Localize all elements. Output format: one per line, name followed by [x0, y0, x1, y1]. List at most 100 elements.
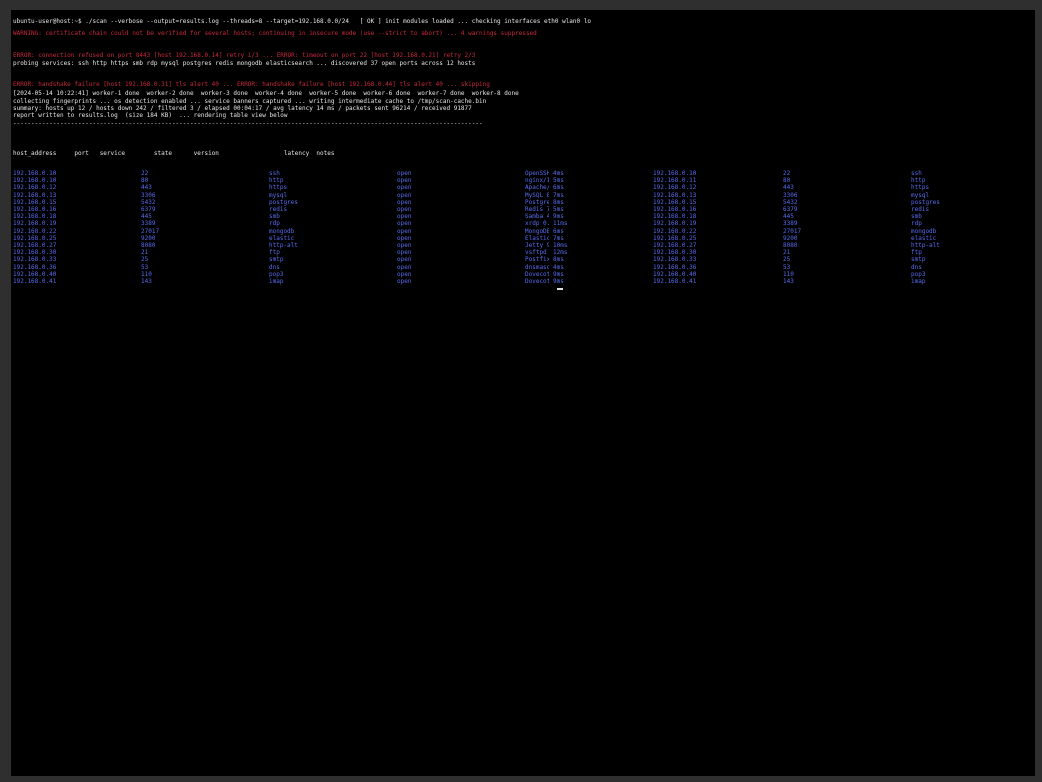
table-cell: open	[397, 184, 412, 191]
table-cell: 7ms	[553, 192, 564, 199]
table-cell: ftp	[269, 249, 280, 256]
table-cell: 192.168.0.36	[13, 264, 57, 271]
table-cell: http-alt	[911, 242, 940, 249]
cursor-icon	[557, 288, 563, 290]
terminal-line: summary: hosts up 12 / hosts down 242 / …	[13, 105, 472, 112]
table-row[interactable]: 192.168.0.12 443 https open Apache/2.4.52 6ms…	[11, 184, 1035, 191]
table-cell: 6ms	[553, 184, 564, 191]
table-row[interactable]: 192.168.0.41 143 imap open Dovecot 2.3 9ms 192…	[11, 278, 1035, 285]
table-cell: 143	[141, 278, 152, 285]
table-row[interactable]: 192.168.0.15 5432 postgres open PostgreSQL 1…	[11, 199, 1035, 206]
table-row[interactable]: 192.168.0.10 22 ssh open OpenSSH_8.9p1 4ms 192…	[11, 170, 1035, 177]
table-cell: 192.168.0.36	[653, 264, 697, 271]
table-cell: nginx/1.18.0	[525, 177, 549, 184]
table-cell: 10ms	[553, 242, 568, 249]
table-cell: ssh	[911, 170, 922, 177]
table-cell: 192.168.0.27	[13, 242, 57, 249]
table-cell: imap	[269, 278, 284, 285]
table-cell: dnsmasq 2.86	[525, 264, 549, 271]
table-cell: open	[397, 228, 412, 235]
table-cell: 5ms	[553, 177, 564, 184]
table-cell: Postfix 3.6.4	[525, 256, 549, 263]
table-row[interactable]: 192.168.0.33 25 smtp open Postfix 3.6.4 8ms 19…	[11, 256, 1035, 263]
table-cell: https	[911, 184, 930, 191]
table-cell: MySQL 8.0.33	[525, 192, 549, 199]
table-cell: open	[397, 206, 412, 213]
table-cell: 6379	[141, 206, 156, 213]
table-row[interactable]: 192.168.0.18 445 smb open Samba 4.15 9ms 192.1…	[11, 213, 1035, 220]
table-cell: 192.168.0.15	[653, 199, 697, 206]
table-cell: 8ms	[553, 199, 564, 206]
table-row[interactable]: 192.168.0.10 80 http open nginx/1.18.0 5ms 192…	[11, 177, 1035, 184]
table-cell: 192.168.0.19	[13, 220, 57, 227]
table-cell: Elastic 8.7.0	[525, 235, 549, 242]
table-cell: smb	[911, 213, 922, 220]
table-cell: 7ms	[553, 235, 564, 242]
terminal-line: WARNING: certificate chain could not be …	[13, 30, 537, 37]
table-cell: 192.168.0.10	[13, 170, 57, 177]
table-header: host_address port service state version …	[13, 150, 335, 157]
table-cell: 192.168.0.25	[13, 235, 57, 242]
table-cell: smtp	[269, 256, 284, 263]
table-cell: open	[397, 177, 412, 184]
table-cell: 192.168.0.12	[13, 184, 57, 191]
table-row[interactable]: 192.168.0.19 3389 rdp open xrdp 0.9.17 11ms 19…	[11, 220, 1035, 227]
terminal-line: collecting fingerprints ... os detection…	[13, 98, 487, 105]
table-cell: elastic	[911, 235, 937, 242]
table-cell: open	[397, 192, 412, 199]
table-cell: rdp	[269, 220, 280, 227]
table-cell: 445	[783, 213, 794, 220]
table-cell: pop3	[269, 271, 284, 278]
terminal-line: report written to results.log (size 184 …	[13, 112, 288, 119]
table-cell: 22	[783, 170, 791, 177]
table-cell: open	[397, 278, 412, 285]
table-cell: 443	[141, 184, 152, 191]
table-row[interactable]: 192.168.0.30 21 ftp open vsftpd 3.0.5 12ms 192…	[11, 249, 1035, 256]
table-cell: 192.168.0.27	[653, 242, 697, 249]
table-cell: 192.168.0.41	[13, 278, 57, 285]
table-cell: rdp	[911, 220, 922, 227]
table-cell: smb	[269, 213, 280, 220]
table-cell: 9ms	[553, 278, 564, 285]
terminal-output[interactable]: ubuntu-user@host:~$ ./scan --verbose --o…	[11, 10, 1035, 776]
table-cell: open	[397, 199, 412, 206]
table-cell: 27017	[141, 228, 160, 235]
table-cell: 192.168.0.19	[653, 220, 697, 227]
table-row[interactable]: 192.168.0.25 9200 elastic open Elastic 8.7.0…	[11, 235, 1035, 242]
table-row[interactable]: 192.168.0.27 8080 http-alt open Jetty 9.4.50…	[11, 242, 1035, 249]
table-row[interactable]: 192.168.0.36 53 dns open dnsmasq 2.86 4ms 192.…	[11, 264, 1035, 271]
table-cell: 3389	[141, 220, 156, 227]
table-cell: open	[397, 235, 412, 242]
table-cell: 53	[141, 264, 149, 271]
table-cell: 11ms	[553, 220, 568, 227]
table-row[interactable]: 192.168.0.13 3306 mysql open MySQL 8.0.33 7ms…	[11, 192, 1035, 199]
table-row[interactable]: 192.168.0.16 6379 redis open Redis 7.0.11 5ms…	[11, 206, 1035, 213]
table-cell: ftp	[911, 249, 922, 256]
table-cell: 192.168.0.18	[653, 213, 697, 220]
table-cell: 192.168.0.40	[653, 271, 697, 278]
table-row[interactable]: 192.168.0.22 27017 mongodb open MongoDB 6.0 6…	[11, 228, 1035, 235]
table-cell: http-alt	[269, 242, 298, 249]
table-cell: 12ms	[553, 249, 568, 256]
table-cell: http	[269, 177, 284, 184]
table-cell: 192.168.0.11	[653, 177, 697, 184]
table-cell: 3389	[783, 220, 798, 227]
table-row[interactable]: 192.168.0.40 110 pop3 open Dovecot 2.3 9ms 192…	[11, 271, 1035, 278]
table-cell: https	[269, 184, 288, 191]
table-cell: open	[397, 220, 412, 227]
table-cell: 192.168.0.30	[13, 249, 57, 256]
table-cell: OpenSSH_8.9p1	[525, 170, 549, 177]
table-cell: Jetty 9.4.50	[525, 242, 549, 249]
table-cell: 192.168.0.15	[13, 199, 57, 206]
terminal-line: ERROR: connection refused on port 8443 […	[13, 52, 476, 59]
table-cell: 22	[141, 170, 149, 177]
table-cell: 192.168.0.41	[653, 278, 697, 285]
table-cell: 110	[783, 271, 794, 278]
terminal-line: ubuntu-user@host:~$ ./scan --verbose --o…	[13, 18, 591, 25]
terminal-line: [2024-05-14 10:22:41] worker-1 done work…	[13, 90, 519, 97]
table-cell: redis	[269, 206, 288, 213]
table-cell: 192.168.0.13	[13, 192, 57, 199]
table-cell: 4ms	[553, 170, 564, 177]
table-cell: 6379	[783, 206, 798, 213]
table-cell: ssh	[269, 170, 280, 177]
